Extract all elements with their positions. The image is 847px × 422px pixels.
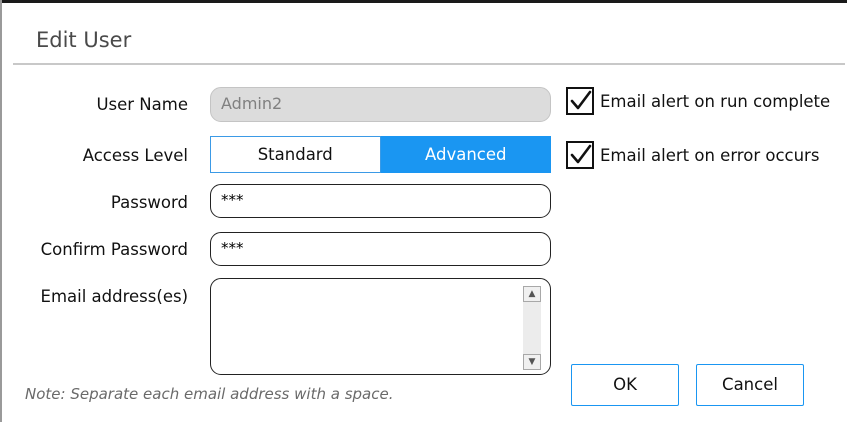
email-note: Note: Separate each email address with a… [25, 385, 394, 403]
scroll-down-arrow-icon[interactable]: ▼ [523, 354, 541, 370]
window-left-border [0, 0, 2, 422]
password-label: Password [110, 193, 188, 212]
confirm-password-field[interactable]: *** [210, 232, 551, 266]
scroll-up-arrow-icon[interactable]: ▲ [523, 286, 541, 302]
checkmark-icon [570, 144, 592, 164]
alert-run-complete-checkbox[interactable] [566, 87, 594, 115]
checkmark-icon [570, 90, 592, 110]
alert-error-checkbox[interactable] [566, 141, 594, 169]
access-level-toggle: Standard Advanced [210, 136, 551, 173]
password-field[interactable]: *** [210, 184, 551, 218]
email-scrollbar[interactable]: ▲ ▼ [523, 286, 541, 370]
email-addresses-textarea[interactable]: ▲ ▼ [210, 278, 551, 375]
alert-run-complete-label: Email alert on run complete [600, 92, 831, 111]
ok-button[interactable]: OK [571, 364, 679, 406]
confirm-password-label: Confirm Password [40, 240, 188, 259]
alert-error-label: Email alert on error occurs [600, 146, 820, 165]
dialog-title: Edit User [36, 28, 132, 52]
access-level-standard-option[interactable]: Standard [210, 136, 381, 173]
user-name-field: Admin2 [210, 87, 551, 122]
user-name-label: User Name [96, 95, 188, 114]
cancel-button[interactable]: Cancel [696, 364, 804, 406]
access-level-advanced-option[interactable]: Advanced [380, 136, 551, 173]
access-level-label: Access Level [82, 146, 188, 165]
window-top-border [0, 0, 847, 3]
title-divider [13, 63, 845, 65]
email-addresses-label: Email address(es) [40, 287, 188, 306]
